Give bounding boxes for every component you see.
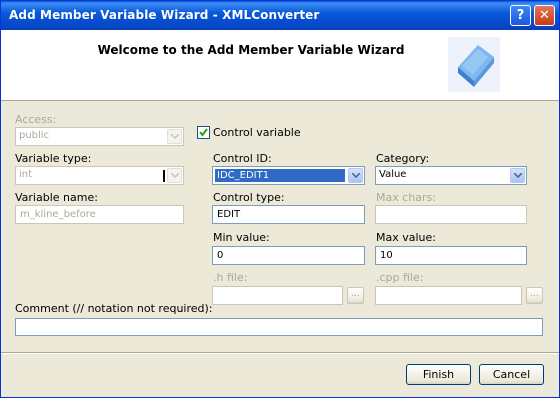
h-file-field — [212, 286, 343, 305]
control-type-label: Control type: — [213, 191, 285, 204]
control-variable-checkbox[interactable] — [197, 126, 210, 139]
footer-divider — [1, 352, 559, 354]
min-value-field[interactable]: 0 — [212, 246, 365, 265]
category-combo[interactable]: Value — [375, 166, 527, 185]
access-value: public — [19, 130, 50, 141]
max-chars-field — [375, 205, 527, 224]
access-combo: public — [15, 127, 184, 146]
page-title: Welcome to the Add Member Variable Wizar… — [97, 43, 405, 57]
control-type-field[interactable]: EDIT — [212, 205, 365, 224]
help-button[interactable]: ? — [510, 5, 531, 26]
variable-name-field[interactable]: m_kline_before — [15, 205, 184, 224]
close-button[interactable]: ✕ — [534, 5, 555, 26]
chevron-down-icon[interactable] — [510, 168, 525, 183]
comment-field[interactable] — [15, 318, 543, 336]
chevron-down-icon[interactable] — [348, 168, 363, 183]
chevron-down-icon — [167, 129, 182, 144]
wizard-cube-icon — [448, 37, 500, 92]
max-value-label: Max value: — [376, 231, 436, 244]
comment-label: Comment (// notation not required): — [15, 302, 213, 315]
h-file-browse-button: ... — [347, 287, 364, 304]
control-id-value: IDC_EDIT1 — [215, 169, 345, 182]
text-caret — [163, 170, 165, 182]
cancel-button[interactable]: Cancel — [479, 364, 544, 385]
category-value: Value — [379, 169, 407, 180]
window-title: Add Member Variable Wizard - XMLConverte… — [9, 8, 320, 22]
finish-button[interactable]: Finish — [406, 364, 471, 385]
chevron-down-icon — [167, 168, 182, 183]
control-variable-label[interactable]: Control variable — [213, 126, 301, 139]
max-chars-label: Max chars: — [376, 191, 436, 204]
variable-type-combo: int — [15, 166, 184, 185]
checkmark-icon — [199, 128, 208, 137]
max-value-field[interactable]: 10 — [375, 246, 527, 265]
cpp-file-browse-button: ... — [526, 287, 543, 304]
cpp-file-field — [375, 286, 522, 305]
wizard-window: Add Member Variable Wizard - XMLConverte… — [0, 0, 560, 398]
cpp-file-label: .cpp file: — [376, 271, 424, 284]
access-label: Access: — [15, 113, 57, 126]
variable-type-value: int — [19, 169, 33, 180]
wizard-header: Welcome to the Add Member Variable Wizar… — [1, 30, 559, 101]
variable-name-label: Variable name: — [15, 191, 98, 204]
variable-type-label: Variable type: — [15, 152, 92, 165]
category-label: Category: — [376, 152, 430, 165]
h-file-label: .h file: — [213, 271, 248, 284]
control-id-label: Control ID: — [213, 152, 272, 165]
control-id-combo[interactable]: IDC_EDIT1 — [212, 166, 365, 185]
min-value-label: Min value: — [213, 231, 270, 244]
title-bar: Add Member Variable Wizard - XMLConverte… — [1, 1, 559, 30]
